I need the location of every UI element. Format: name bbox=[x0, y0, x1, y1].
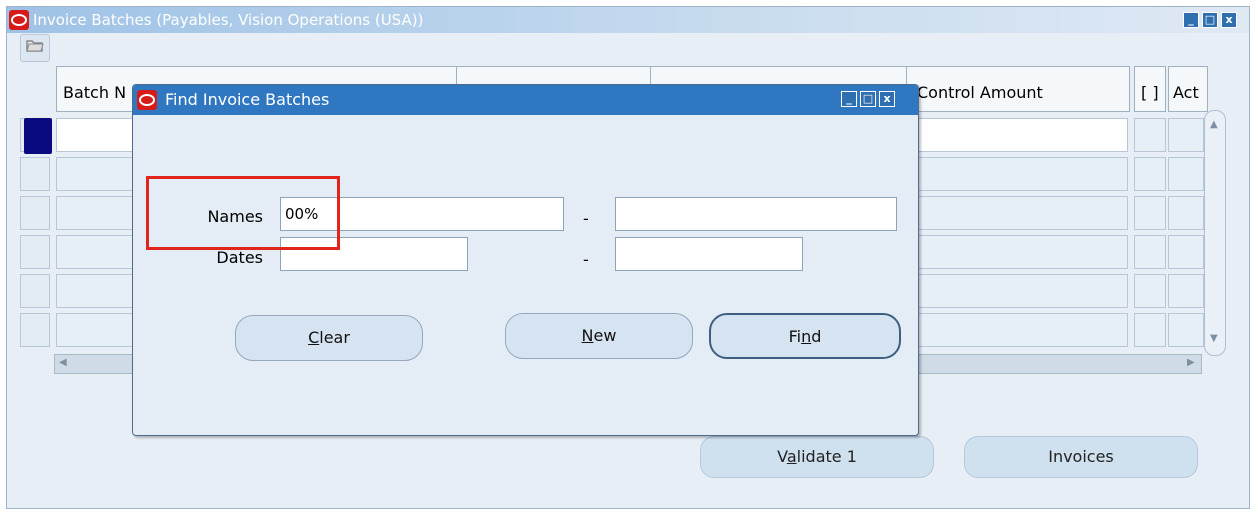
column-header-control-amount[interactable]: Control Amount bbox=[906, 66, 1130, 112]
grid-cell[interactable] bbox=[1168, 274, 1204, 308]
dates-range-separator: - bbox=[583, 250, 589, 269]
dates-to-input[interactable] bbox=[615, 237, 803, 271]
validate-button[interactable]: Validate 1 bbox=[700, 436, 934, 478]
oracle-logo-icon bbox=[137, 90, 157, 110]
dialog-title-bar: Find Invoice Batches _ □ x bbox=[133, 85, 918, 115]
new-button[interactable]: New bbox=[505, 313, 693, 359]
clear-mnemonic: C bbox=[308, 328, 320, 347]
dialog-maximize-icon[interactable]: □ bbox=[860, 91, 876, 107]
open-folder-icon[interactable] bbox=[20, 34, 50, 62]
grid-cell[interactable] bbox=[1168, 196, 1204, 230]
maximize-icon[interactable]: □ bbox=[1202, 12, 1218, 28]
dates-label: Dates bbox=[216, 248, 263, 267]
oracle-logo-icon bbox=[9, 10, 29, 30]
invoices-button[interactable]: Invoices bbox=[964, 436, 1198, 478]
validate-label-prefix: V bbox=[777, 447, 787, 466]
highlight-box bbox=[146, 176, 340, 250]
vertical-scrollbar[interactable]: ▲ ▼ bbox=[1204, 110, 1226, 356]
scroll-up-icon[interactable]: ▲ bbox=[1210, 119, 1218, 130]
validate-mnemonic: a bbox=[786, 447, 797, 466]
row-selector[interactable] bbox=[20, 157, 50, 191]
names-range-separator: - bbox=[583, 209, 589, 228]
grid-cell[interactable] bbox=[1134, 118, 1166, 152]
grid-cell[interactable] bbox=[1134, 157, 1166, 191]
row-selector[interactable] bbox=[20, 196, 50, 230]
row-selector[interactable] bbox=[20, 274, 50, 308]
clear-button[interactable]: Clear bbox=[235, 315, 423, 361]
selected-row-indicator[interactable] bbox=[24, 118, 52, 154]
row-selector[interactable] bbox=[20, 313, 50, 347]
grid-cell[interactable] bbox=[1134, 313, 1166, 347]
main-title-bar: Invoice Batches (Payables, Vision Operat… bbox=[7, 7, 1249, 33]
grid-cell[interactable] bbox=[1168, 157, 1204, 191]
scroll-right-icon[interactable]: ▶ bbox=[1187, 357, 1195, 368]
close-icon[interactable]: x bbox=[1221, 12, 1237, 28]
minimize-icon[interactable]: _ bbox=[1183, 12, 1199, 28]
dialog-title: Find Invoice Batches bbox=[165, 90, 330, 109]
scroll-down-icon[interactable]: ▼ bbox=[1210, 333, 1218, 344]
grid-cell[interactable] bbox=[1134, 235, 1166, 269]
grid-cell[interactable] bbox=[1168, 313, 1204, 347]
find-mnemonic: n bbox=[801, 327, 812, 346]
column-header-flag[interactable]: [ ] bbox=[1134, 66, 1166, 112]
dialog-minimize-icon[interactable]: _ bbox=[841, 91, 857, 107]
clear-label-rest: lear bbox=[319, 328, 350, 347]
validate-label-suffix: lidate 1 bbox=[796, 447, 857, 466]
names-to-input[interactable] bbox=[615, 197, 897, 231]
row-selector[interactable] bbox=[20, 235, 50, 269]
find-invoice-batches-dialog: Find Invoice Batches _ □ x Names - Dates… bbox=[132, 84, 919, 436]
column-header-action[interactable]: Act bbox=[1168, 66, 1208, 112]
grid-cell[interactable] bbox=[1134, 196, 1166, 230]
dialog-close-icon[interactable]: x bbox=[879, 91, 895, 107]
find-label-prefix: Fi bbox=[788, 327, 802, 346]
grid-cell[interactable] bbox=[1134, 274, 1166, 308]
main-window-title: Invoice Batches (Payables, Vision Operat… bbox=[33, 11, 424, 29]
grid-cell[interactable] bbox=[1168, 235, 1204, 269]
grid-cell[interactable] bbox=[1168, 118, 1204, 152]
new-mnemonic: N bbox=[581, 326, 594, 345]
new-label-rest: ew bbox=[593, 326, 617, 345]
find-button[interactable]: Find bbox=[709, 313, 901, 359]
find-label-suffix: d bbox=[811, 327, 822, 346]
scroll-left-icon[interactable]: ◀ bbox=[59, 357, 67, 368]
